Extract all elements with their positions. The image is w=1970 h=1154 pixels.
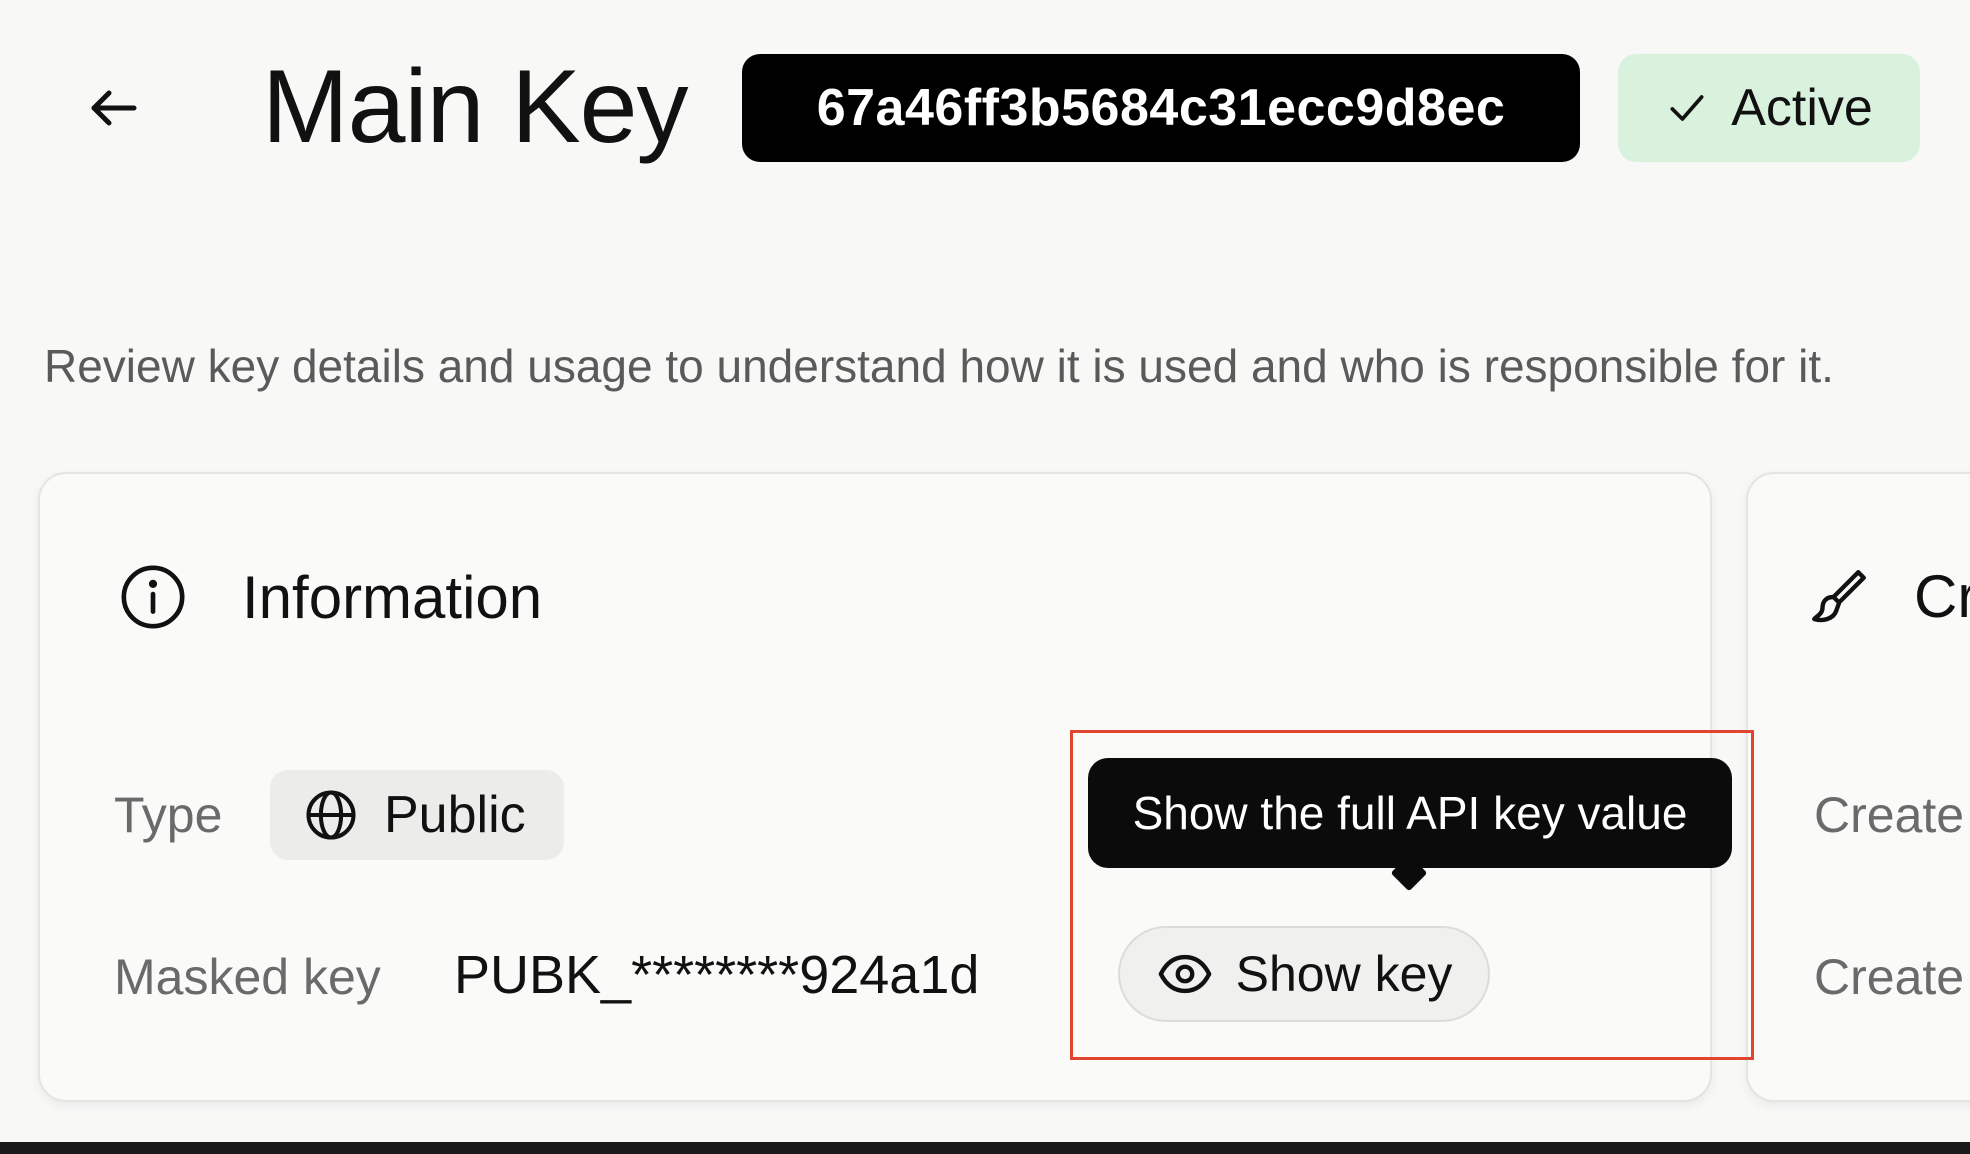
page-title: Main Key — [262, 49, 689, 165]
type-label: Type — [114, 787, 223, 843]
creator-card-title: Cr — [1914, 563, 1970, 630]
information-card-header: Information — [118, 562, 542, 632]
status-badge: Active — [1618, 54, 1920, 162]
arrow-left-icon — [84, 78, 144, 138]
highlight-box — [1070, 730, 1754, 1060]
masked-key-value: PUBK_********924a1d — [454, 945, 980, 1005]
bottom-bar — [0, 1142, 1970, 1154]
key-id-badge: 67a46ff3b5684c31ecc9d8ec — [742, 54, 1580, 162]
api-key-detail-page: Main Key 67a46ff3b5684c31ecc9d8ec Active… — [0, 0, 1970, 1154]
key-id-text: 67a46ff3b5684c31ecc9d8ec — [816, 79, 1506, 137]
information-card-title: Information — [242, 563, 543, 631]
masked-key-label: Masked key — [114, 949, 381, 1005]
type-value: Public — [384, 786, 526, 844]
creator-card-header: Cr — [1806, 562, 1970, 631]
created-label: Create — [1814, 787, 1965, 843]
check-icon — [1665, 86, 1709, 130]
info-icon — [118, 562, 188, 632]
status-label: Active — [1731, 79, 1873, 137]
back-button[interactable] — [78, 72, 150, 144]
globe-icon — [304, 788, 358, 842]
creator-card: Cr Create Create — [1746, 472, 1970, 1102]
page-description: Review key details and usage to understa… — [44, 340, 1834, 392]
type-chip: Public — [270, 770, 564, 860]
brush-icon — [1806, 564, 1872, 630]
created-by-label: Create — [1814, 949, 1965, 1005]
